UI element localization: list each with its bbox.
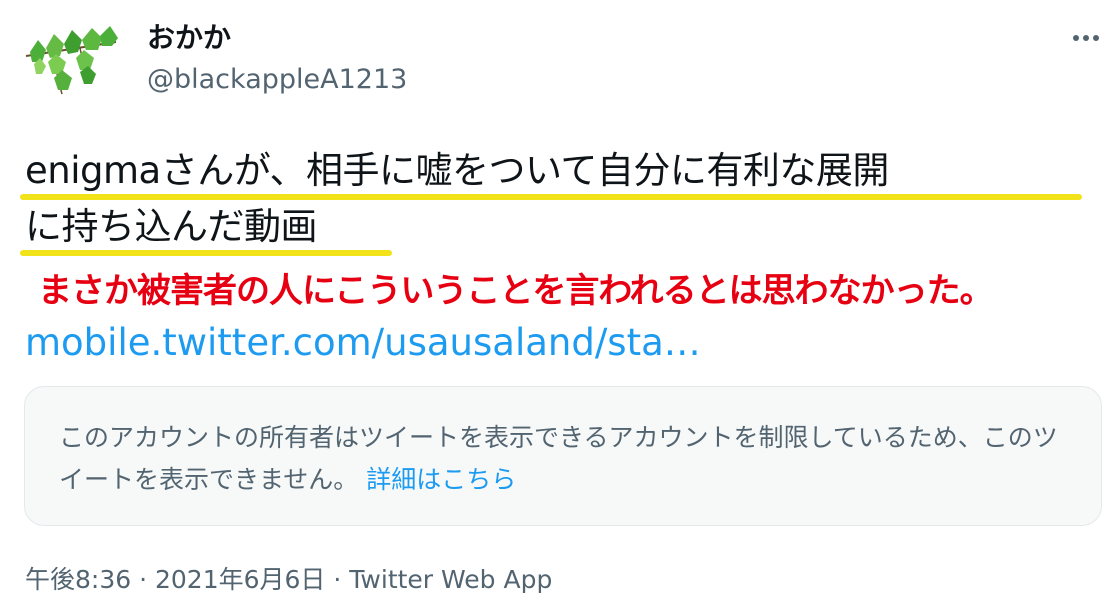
tweet-text-line-1: enigmaさんが、相手に嘘をついて自分に有利な展開 (25, 149, 889, 192)
learn-more-link[interactable]: 詳細はこちら (366, 465, 516, 494)
tweet-text-line-2: に持ち込んだ動画 (25, 205, 318, 248)
unavailable-quote-notice: このアカウントの所有者はツイートを表示できるアカウントを制限しているため、このツ… (24, 386, 1102, 526)
display-name[interactable]: おかか (147, 18, 231, 58)
more-dot (1083, 35, 1089, 41)
more-dot (1093, 35, 1099, 41)
ivy-leaves-icon (25, 26, 118, 95)
avatar[interactable] (22, 22, 120, 104)
red-annotation: まさか被害者の人にこういうことを言われるとは思わなかった。 (38, 271, 994, 311)
tweet-metadata: 午後8:36 · 2021年6月6日 · Twitter Web App (25, 560, 552, 600)
user-handle[interactable]: @blackappleA1213 (147, 60, 407, 100)
meta-separator: · (139, 565, 148, 594)
notice-text: このアカウントの所有者はツイートを表示できるアカウントを制限しているため、このツ… (59, 423, 1058, 494)
tweet-client: Twitter Web App (349, 565, 553, 594)
more-options-icon[interactable] (1064, 18, 1108, 58)
tweet-link[interactable]: mobile.twitter.com/usausaland/sta… (25, 318, 701, 368)
tweet-time[interactable]: 午後8:36 (25, 565, 131, 594)
tweet-date[interactable]: 2021年6月6日 (155, 565, 325, 594)
more-dot (1073, 35, 1079, 41)
highlight-underline (20, 250, 392, 256)
meta-separator: · (333, 565, 342, 594)
highlight-underline (20, 194, 1082, 200)
